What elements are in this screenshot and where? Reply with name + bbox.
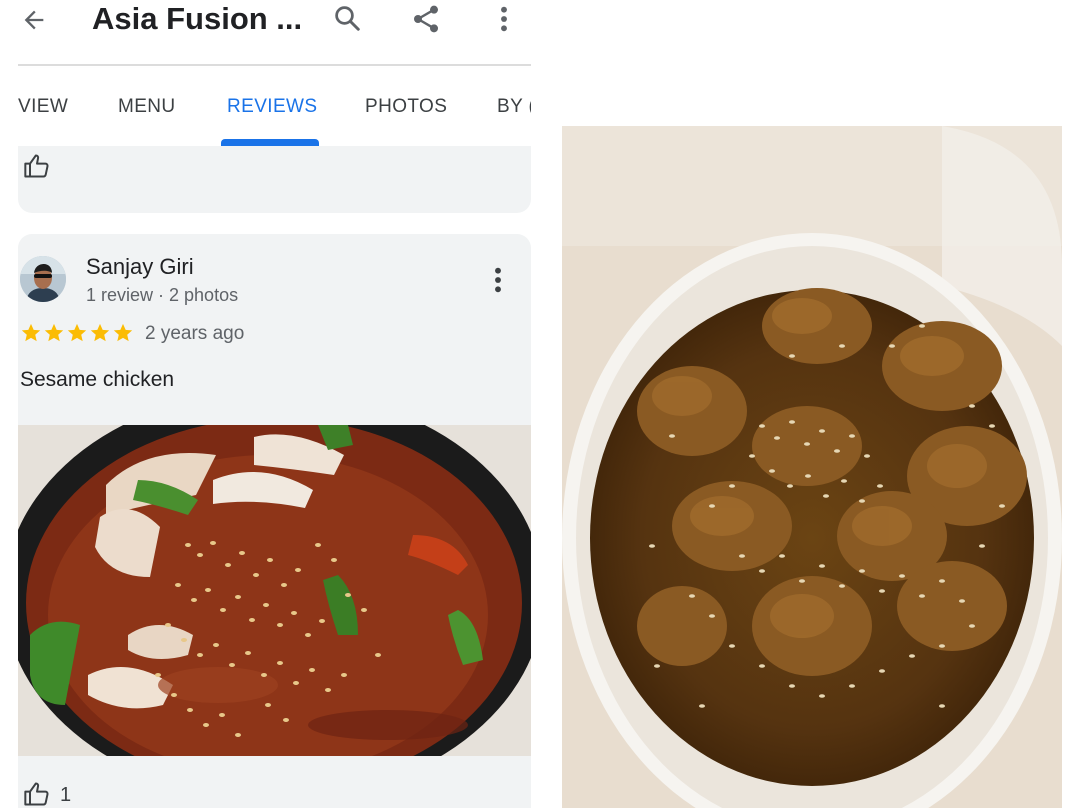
page-title: Asia Fusion ... (92, 1, 303, 36)
review-photo-2[interactable] (562, 126, 1062, 808)
tab-by-owner[interactable]: BY ( (497, 96, 531, 118)
star-icon (44, 323, 64, 342)
tab-reviews[interactable]: REVIEWS (227, 96, 317, 118)
tab-menu[interactable]: MENU (118, 96, 176, 118)
active-tab-indicator (221, 139, 319, 146)
review-time: 2 years ago (145, 323, 245, 344)
thumbs-up-icon[interactable] (22, 780, 52, 808)
app-bar: Asia Fusion ... (18, 0, 531, 66)
star-icon (113, 323, 133, 342)
star-icon (21, 323, 41, 342)
thumbs-up-icon[interactable] (22, 152, 52, 180)
share-icon[interactable] (410, 3, 442, 35)
review-author[interactable]: Sanjay Giri (86, 254, 194, 280)
review-author-meta: 1 review · 2 photos (86, 285, 239, 305)
star-icon (67, 323, 87, 342)
arrow-back-icon[interactable] (20, 6, 48, 34)
review-card: Sanjay Giri 1 review · 2 photos 2 years … (18, 234, 531, 808)
avatar[interactable] (20, 256, 66, 302)
search-icon[interactable] (332, 3, 362, 33)
tab-photos[interactable]: PHOTOS (365, 96, 447, 118)
more-vert-icon[interactable] (490, 264, 506, 296)
star-rating (20, 322, 134, 344)
review-photo[interactable] (18, 425, 531, 756)
review-text: Sesame chicken (20, 368, 175, 391)
star-icon (90, 323, 110, 342)
previous-review-card (18, 146, 531, 213)
reviews-screen: Asia Fusion ... VIEW MENU REVIEWS PHOTOS… (18, 0, 531, 808)
screenshot-collage: Asia Fusion ... VIEW MENU REVIEWS PHOTOS… (0, 0, 1080, 808)
tab-bar: VIEW MENU REVIEWS PHOTOS BY ( (18, 68, 531, 146)
like-count: 1 (60, 784, 72, 806)
tab-overview[interactable]: VIEW (18, 96, 68, 118)
more-vert-icon[interactable] (496, 3, 512, 35)
